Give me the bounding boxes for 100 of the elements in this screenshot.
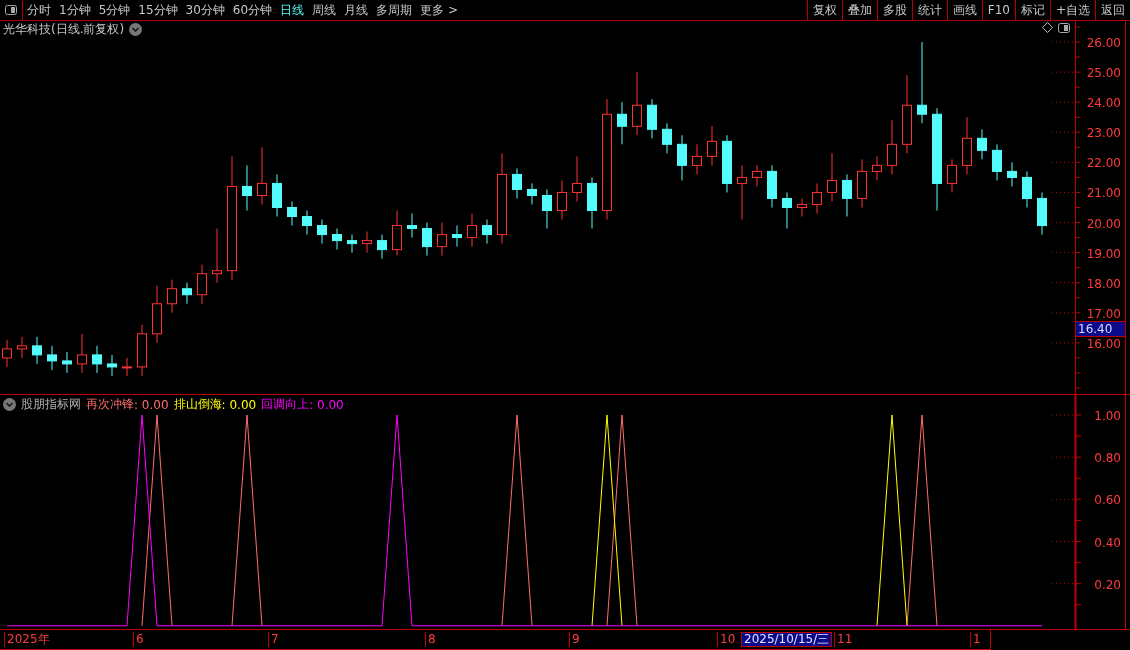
candle xyxy=(287,201,297,227)
candle xyxy=(647,99,657,140)
axis-label: 0.60 xyxy=(1094,493,1121,508)
candle xyxy=(167,279,177,314)
legend-label: 排山倒海 xyxy=(173,396,222,414)
candle xyxy=(137,324,147,377)
candle xyxy=(317,219,327,245)
candle xyxy=(152,285,162,344)
candle xyxy=(257,147,267,206)
axis-label: 20.00 xyxy=(1086,217,1121,231)
candle xyxy=(872,156,882,182)
candle xyxy=(377,234,387,260)
candle xyxy=(512,168,522,200)
date-label: 10 xyxy=(717,632,736,648)
candle xyxy=(857,159,867,209)
date-label: 2025年 xyxy=(4,632,50,648)
panel-toggle-icon[interactable] xyxy=(1058,23,1070,34)
candle xyxy=(62,351,72,374)
axis-label: 24.00 xyxy=(1086,96,1121,111)
legend-value: : 0.00 xyxy=(221,397,257,412)
candle xyxy=(1022,171,1032,209)
candle xyxy=(542,189,552,230)
candle xyxy=(452,225,462,248)
candle xyxy=(572,156,582,203)
candle xyxy=(392,210,402,257)
chart-title: 光华科技(日线.前复权) xyxy=(3,21,125,39)
axis-label: 26.00 xyxy=(1086,36,1121,51)
candle xyxy=(797,198,807,218)
candle xyxy=(92,345,102,374)
candle xyxy=(662,123,672,155)
axis-label: 0.80 xyxy=(1094,451,1121,466)
candle xyxy=(437,222,447,257)
axis-label: 22.00 xyxy=(1086,156,1121,171)
axis-label: 18.00 xyxy=(1086,277,1121,292)
date-label: 7 xyxy=(268,632,279,648)
indicator-source: 股朋指标网 xyxy=(21,396,81,414)
date-label: 8 xyxy=(425,632,436,648)
candle xyxy=(332,228,342,251)
candle xyxy=(242,165,252,212)
legend-value: : 0.00 xyxy=(309,397,344,412)
axis-label: 1.00 xyxy=(1094,409,1121,424)
axis-label: 19.00 xyxy=(1086,247,1121,262)
candle xyxy=(947,159,957,194)
candle xyxy=(827,153,837,203)
candle xyxy=(812,183,822,215)
diamond-icon[interactable] xyxy=(1042,22,1053,34)
axis-label: 23.00 xyxy=(1086,126,1121,141)
axis-label: 17.00 xyxy=(1086,307,1121,322)
candle xyxy=(527,183,537,206)
candle xyxy=(752,165,762,188)
dropdown-icon[interactable] xyxy=(129,23,143,37)
date-label: 6 xyxy=(133,632,144,648)
date-label: 1 xyxy=(970,632,981,648)
legend-label: 再次冲锋 xyxy=(86,396,134,414)
candle xyxy=(887,120,897,176)
candle xyxy=(122,357,132,377)
candle xyxy=(632,72,642,137)
date-label: 11 xyxy=(834,632,853,648)
candle xyxy=(587,177,597,230)
candle xyxy=(782,192,792,230)
candle xyxy=(962,117,972,176)
axis-label: 16.00 xyxy=(1086,337,1121,352)
candle xyxy=(77,333,87,374)
candle xyxy=(737,165,747,221)
candle xyxy=(557,180,567,221)
candle xyxy=(722,135,732,194)
date-label: 9 xyxy=(569,632,580,648)
candle xyxy=(362,231,372,254)
candle xyxy=(422,222,432,257)
candle xyxy=(107,354,117,377)
candle xyxy=(707,126,717,167)
candle xyxy=(767,165,777,209)
candle xyxy=(692,144,702,176)
candle xyxy=(467,213,477,248)
candle xyxy=(1007,162,1017,188)
candle xyxy=(32,336,42,365)
candle xyxy=(197,264,207,305)
axis-label: 21.00 xyxy=(1086,186,1121,201)
price-readout: 16.40 xyxy=(1075,321,1126,338)
dropdown-icon[interactable] xyxy=(3,398,16,412)
candle xyxy=(977,129,987,161)
candle xyxy=(992,144,1002,182)
candle xyxy=(347,234,357,254)
candle xyxy=(182,282,192,305)
candle xyxy=(212,228,222,284)
axis-label: 25.00 xyxy=(1086,66,1121,81)
candle xyxy=(407,213,417,239)
legend-value: : 0.00 xyxy=(134,397,169,412)
candle xyxy=(842,174,852,218)
axis-label: 0.20 xyxy=(1094,578,1121,593)
date-readout: 2025/10/15/三 xyxy=(741,632,833,648)
candle xyxy=(47,345,57,371)
candle xyxy=(677,135,687,182)
panel-toggle-icon xyxy=(5,5,17,16)
axis-label: 0.40 xyxy=(1094,536,1121,550)
candle xyxy=(482,219,492,245)
candle xyxy=(617,102,627,146)
candle xyxy=(272,174,282,218)
candle xyxy=(302,210,312,236)
candle xyxy=(17,336,27,359)
